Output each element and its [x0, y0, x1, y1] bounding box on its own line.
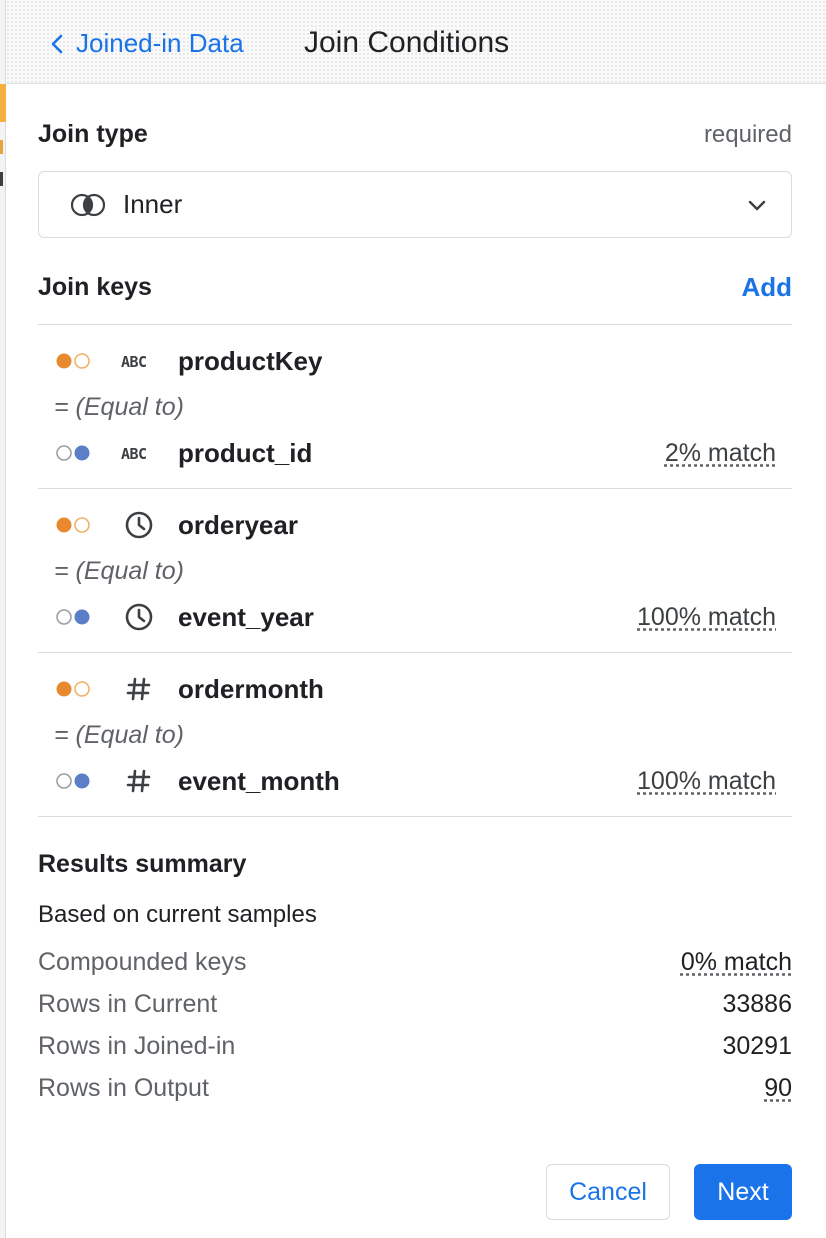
stat-label: Rows in Joined-in — [38, 1031, 236, 1060]
stat-row: Rows in Current 33886 — [38, 983, 792, 1025]
join-keys-label: Join keys — [38, 273, 152, 301]
stat-row: Rows in Output 90 — [38, 1067, 792, 1109]
results-based-on: Based on current samples — [38, 901, 317, 928]
stat-label: Rows in Output — [38, 1073, 209, 1102]
join-key-item[interactable]: ordermonth = (Equal to) event_month 100%… — [38, 653, 792, 817]
join-type-header: Join type required — [38, 120, 792, 149]
join-keys-header: Join keys Add — [38, 272, 792, 303]
clock-icon — [120, 511, 158, 539]
required-label: required — [703, 120, 792, 148]
stat-value-link[interactable]: 0% match — [681, 948, 792, 977]
chevron-left-icon — [51, 34, 63, 53]
stat-value: 30291 — [722, 1031, 792, 1060]
operator-label: = (Equal to) — [54, 720, 184, 749]
left-panel-edge — [0, 0, 6, 1238]
stat-value-link[interactable]: 90 — [764, 1074, 792, 1103]
add-join-key-button[interactable]: Add — [741, 272, 792, 303]
stat-row: Compounded keys 0% match — [38, 941, 792, 983]
abc-icon: ABC — [120, 440, 158, 466]
joined-source-icon — [56, 445, 90, 461]
join-type-select[interactable]: Inner — [38, 171, 792, 238]
clock-icon — [120, 603, 158, 631]
panel-header: Joined-in Data Join Conditions — [6, 0, 826, 84]
right-field-name: event_month — [178, 765, 340, 796]
stat-row: Rows in Joined-in 30291 — [38, 1025, 792, 1067]
match-percentage-link[interactable]: 100% match — [637, 603, 776, 632]
left-panel-accent — [0, 84, 6, 122]
cancel-button[interactable]: Cancel — [546, 1164, 670, 1220]
join-type-label: Join type — [38, 120, 148, 148]
chevron-down-icon — [748, 200, 766, 210]
join-keys-list: ABC productKey = (Equal to) ABC product_… — [38, 324, 792, 817]
left-panel-marker — [0, 172, 3, 186]
svg-text:ABC: ABC — [121, 445, 147, 463]
left-field-name: orderyear — [178, 509, 298, 540]
stat-value: 33886 — [722, 989, 792, 1018]
abc-icon: ABC — [120, 348, 158, 374]
left-field-name: ordermonth — [178, 673, 324, 704]
left-field-name: productKey — [178, 345, 323, 376]
results-summary: Results summary Based on current samples… — [38, 850, 792, 1109]
joined-source-icon — [56, 773, 90, 789]
match-percentage-link[interactable]: 2% match — [665, 439, 776, 468]
right-field-name: event_year — [178, 601, 314, 632]
stat-label: Rows in Current — [38, 989, 218, 1018]
left-panel-marker — [0, 140, 3, 154]
page-title: Join Conditions — [304, 26, 510, 59]
stat-label: Compounded keys — [38, 947, 247, 976]
hash-icon — [120, 768, 158, 794]
next-button[interactable]: Next — [694, 1164, 792, 1220]
join-key-item[interactable]: orderyear = (Equal to) event_year 100% m… — [38, 489, 792, 653]
venn-inner-icon — [70, 193, 106, 216]
join-type-value: Inner — [123, 189, 183, 219]
operator-label: = (Equal to) — [54, 556, 184, 585]
current-source-icon — [56, 517, 90, 533]
right-field-name: product_id — [178, 437, 313, 468]
back-link[interactable]: Joined-in Data — [50, 28, 244, 59]
current-source-icon — [56, 353, 90, 369]
results-summary-label: Results summary — [38, 850, 247, 878]
current-source-icon — [56, 681, 90, 697]
back-link-label: Joined-in Data — [76, 28, 244, 58]
hash-icon — [120, 676, 158, 702]
svg-text:ABC: ABC — [121, 353, 147, 371]
join-key-item[interactable]: ABC productKey = (Equal to) ABC product_… — [38, 325, 792, 489]
match-percentage-link[interactable]: 100% match — [637, 767, 776, 796]
joined-source-icon — [56, 609, 90, 625]
operator-label: = (Equal to) — [54, 392, 184, 421]
